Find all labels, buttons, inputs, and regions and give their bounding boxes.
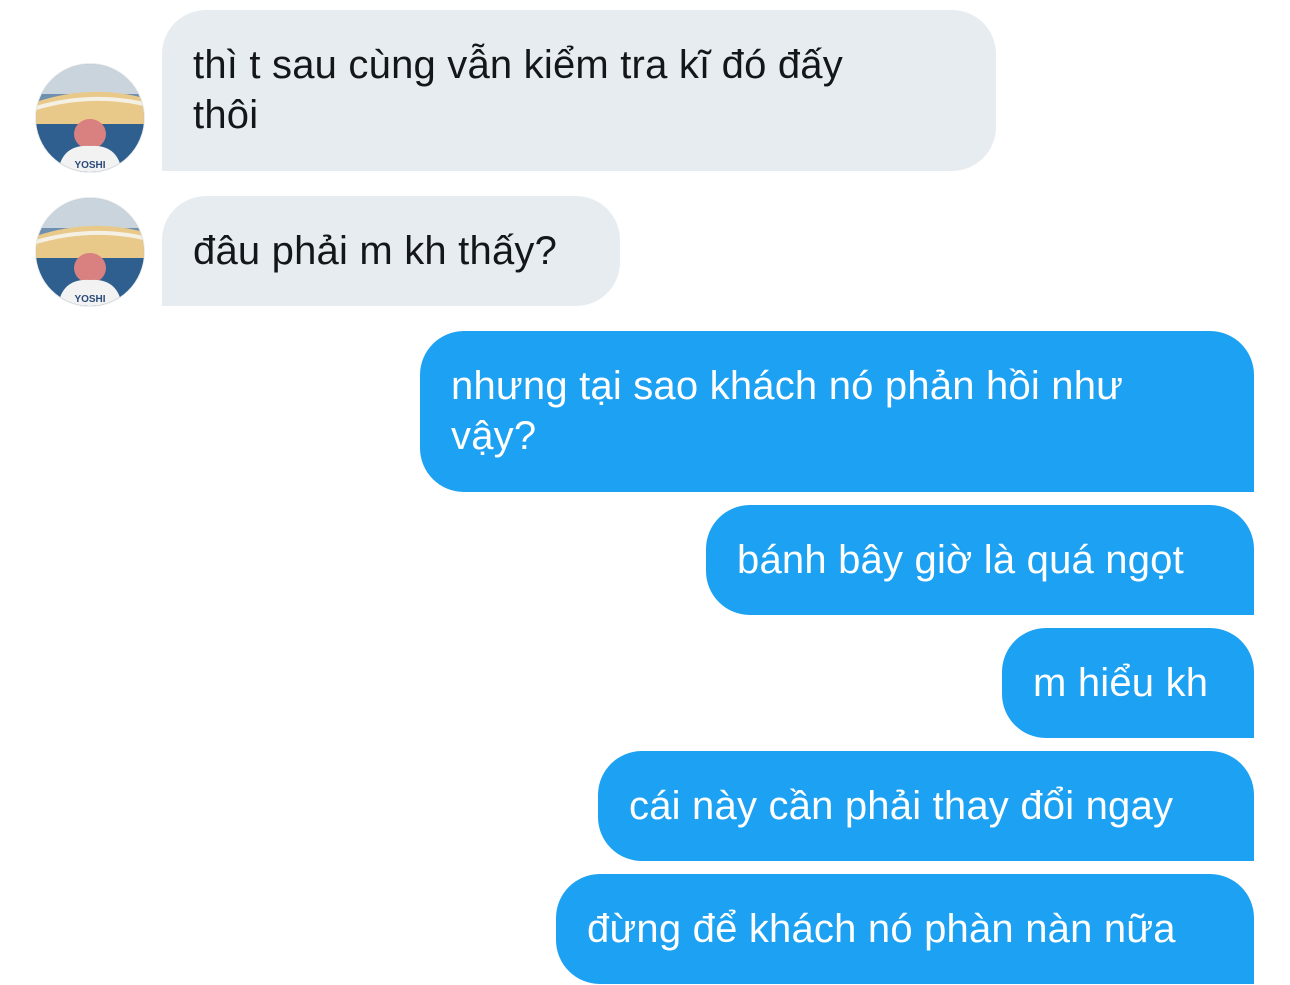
sender-avatar[interactable]: YOSHI xyxy=(36,198,144,306)
sent-message[interactable]: nhưng tại sao khách nó phản hồi như vậy? xyxy=(420,331,1254,492)
sent-message[interactable]: m hiểu kh xyxy=(1002,628,1254,738)
sent-message[interactable]: cái này cần phải thay đổi ngay xyxy=(598,751,1254,861)
sent-message[interactable]: bánh bây giờ là quá ngọt xyxy=(706,505,1254,615)
svg-text:YOSHI: YOSHI xyxy=(74,294,105,305)
received-message[interactable]: đâu phải m kh thấy? xyxy=(162,196,620,306)
svg-text:YOSHI: YOSHI xyxy=(74,160,105,171)
sender-avatar[interactable]: YOSHI xyxy=(36,64,144,172)
avatar-photo-icon: YOSHI xyxy=(36,64,144,172)
sent-message[interactable]: đừng để khách nó phàn nàn nữa xyxy=(556,874,1254,984)
received-message[interactable]: thì t sau cùng vẫn kiểm tra kĩ đó đấy th… xyxy=(162,10,996,171)
avatar-photo-icon: YOSHI xyxy=(36,198,144,306)
